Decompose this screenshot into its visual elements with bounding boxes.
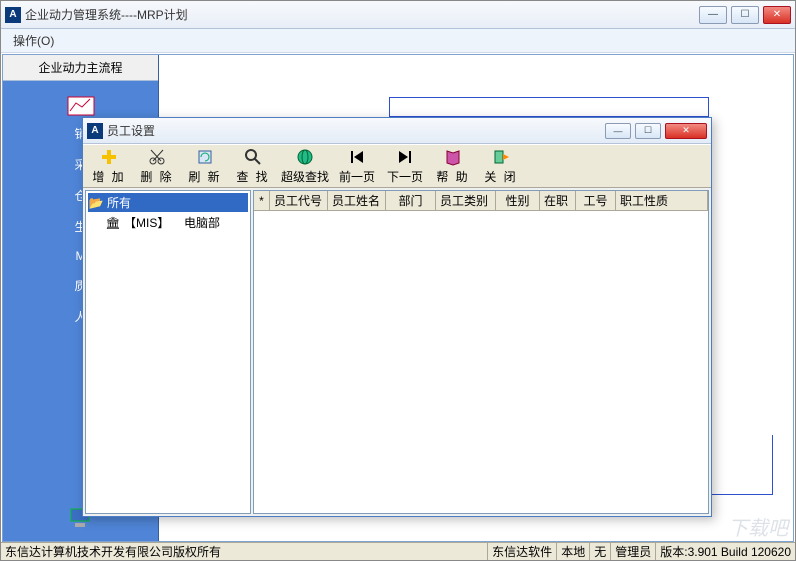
dialog-toolbar: 增 加 删 除 刷 新 查 找 超级查找 前一页 下一页 帮 助 bbox=[83, 144, 711, 188]
status-role: 管理员 bbox=[611, 543, 656, 560]
toolbar-label: 查 找 bbox=[236, 168, 269, 185]
toolbar-label: 超级查找 bbox=[281, 168, 329, 185]
grid-col-5[interactable]: 在职 bbox=[540, 191, 576, 210]
maximize-button[interactable]: ☐ bbox=[731, 6, 759, 24]
grid-col-7[interactable]: 职工性质 bbox=[616, 191, 708, 210]
help-button[interactable]: 帮 助 bbox=[429, 147, 477, 185]
search-icon bbox=[243, 148, 263, 166]
grid-star-col[interactable]: * bbox=[254, 191, 270, 210]
dialog-minimize-button[interactable]: — bbox=[605, 123, 631, 139]
toolbar-label: 帮 助 bbox=[436, 168, 469, 185]
app-icon: A bbox=[5, 7, 21, 23]
folder-icon: 📂 bbox=[89, 196, 103, 210]
prev-icon bbox=[347, 148, 367, 166]
close-button[interactable]: ✕ bbox=[763, 6, 791, 24]
toolbar-label: 下一页 bbox=[387, 168, 423, 185]
toolbar-label: 刷 新 bbox=[188, 168, 221, 185]
add-icon bbox=[99, 148, 119, 166]
toolbar-label: 增 加 bbox=[92, 168, 125, 185]
dialog-window: A 员工设置 — ☐ ✕ 增 加 删 除 刷 新 查 找 超级查找 bbox=[82, 117, 712, 517]
delete-button[interactable]: 删 除 bbox=[133, 147, 181, 185]
grid-col-3[interactable]: 员工类别 bbox=[436, 191, 496, 210]
status-version: 版本:3.901 Build 120620 bbox=[656, 543, 795, 560]
grid-col-1[interactable]: 员工姓名 bbox=[328, 191, 386, 210]
status-brand: 东信达软件 bbox=[488, 543, 557, 560]
next-icon bbox=[395, 148, 415, 166]
tree-pane[interactable]: 📂 所有 🏛 【MIS】 电脑部 bbox=[85, 190, 251, 514]
tree-root[interactable]: 📂 所有 bbox=[88, 193, 248, 212]
refresh-icon bbox=[195, 148, 215, 166]
exit-icon bbox=[491, 148, 511, 166]
status-flag: 无 bbox=[590, 543, 611, 560]
status-host: 本地 bbox=[557, 543, 590, 560]
refresh-button[interactable]: 刷 新 bbox=[181, 147, 229, 185]
book-icon bbox=[443, 148, 463, 166]
sidebar-title: 企业动力主流程 bbox=[3, 55, 158, 81]
grid-col-2[interactable]: 部门 bbox=[386, 191, 436, 210]
close-toolbar-button[interactable]: 关 闭 bbox=[477, 147, 525, 185]
globe-search-icon bbox=[295, 148, 315, 166]
menubar: 操作(O) bbox=[1, 29, 795, 53]
tree-node-code: 【MIS】 bbox=[124, 214, 169, 231]
grid-header-row: * 员工代号 员工姓名 部门 员工类别 性别 在职 工号 职工性质 bbox=[254, 191, 708, 211]
tree-node[interactable]: 🏛 【MIS】 电脑部 bbox=[88, 212, 248, 233]
menu-action[interactable]: 操作(O) bbox=[7, 30, 60, 51]
main-title: 企业动力管理系统----MRP计划 bbox=[25, 6, 699, 23]
status-copyright: 东信达计算机技术开发有限公司版权所有 bbox=[1, 543, 488, 560]
scissors-icon bbox=[147, 148, 167, 166]
statusbar: 东信达计算机技术开发有限公司版权所有 东信达软件 本地 无 管理员 版本:3.9… bbox=[1, 542, 795, 560]
app-icon: A bbox=[87, 123, 103, 139]
content-frame-top bbox=[389, 97, 709, 117]
dialog-window-controls: — ☐ ✕ bbox=[605, 123, 707, 139]
minimize-button[interactable]: — bbox=[699, 6, 727, 24]
main-titlebar[interactable]: A 企业动力管理系统----MRP计划 — ☐ ✕ bbox=[1, 1, 795, 29]
toolbar-label: 关 闭 bbox=[484, 168, 517, 185]
tree-root-label: 所有 bbox=[107, 194, 131, 211]
dialog-body: 📂 所有 🏛 【MIS】 电脑部 * 员工代号 员工姓名 部门 员工类别 性别 … bbox=[85, 190, 709, 514]
grid-col-0[interactable]: 员工代号 bbox=[270, 191, 328, 210]
dialog-titlebar[interactable]: A 员工设置 — ☐ ✕ bbox=[83, 118, 711, 144]
grid-col-6[interactable]: 工号 bbox=[576, 191, 616, 210]
window-controls: — ☐ ✕ bbox=[699, 6, 791, 24]
dialog-maximize-button[interactable]: ☐ bbox=[635, 123, 661, 139]
dialog-title: 员工设置 bbox=[107, 122, 605, 139]
grid-col-4[interactable]: 性别 bbox=[496, 191, 540, 210]
grid-pane[interactable]: * 员工代号 员工姓名 部门 员工类别 性别 在职 工号 职工性质 bbox=[253, 190, 709, 514]
add-button[interactable]: 增 加 bbox=[85, 147, 133, 185]
find-button[interactable]: 查 找 bbox=[229, 147, 277, 185]
next-page-button[interactable]: 下一页 bbox=[381, 147, 429, 185]
dialog-close-button[interactable]: ✕ bbox=[665, 123, 707, 139]
prev-page-button[interactable]: 前一页 bbox=[333, 147, 381, 185]
superfind-button[interactable]: 超级查找 bbox=[277, 147, 333, 185]
toolbar-label: 前一页 bbox=[339, 168, 375, 185]
toolbar-label: 删 除 bbox=[140, 168, 173, 185]
building-icon: 🏛 bbox=[106, 216, 120, 230]
tree-node-name: 电脑部 bbox=[184, 214, 220, 231]
